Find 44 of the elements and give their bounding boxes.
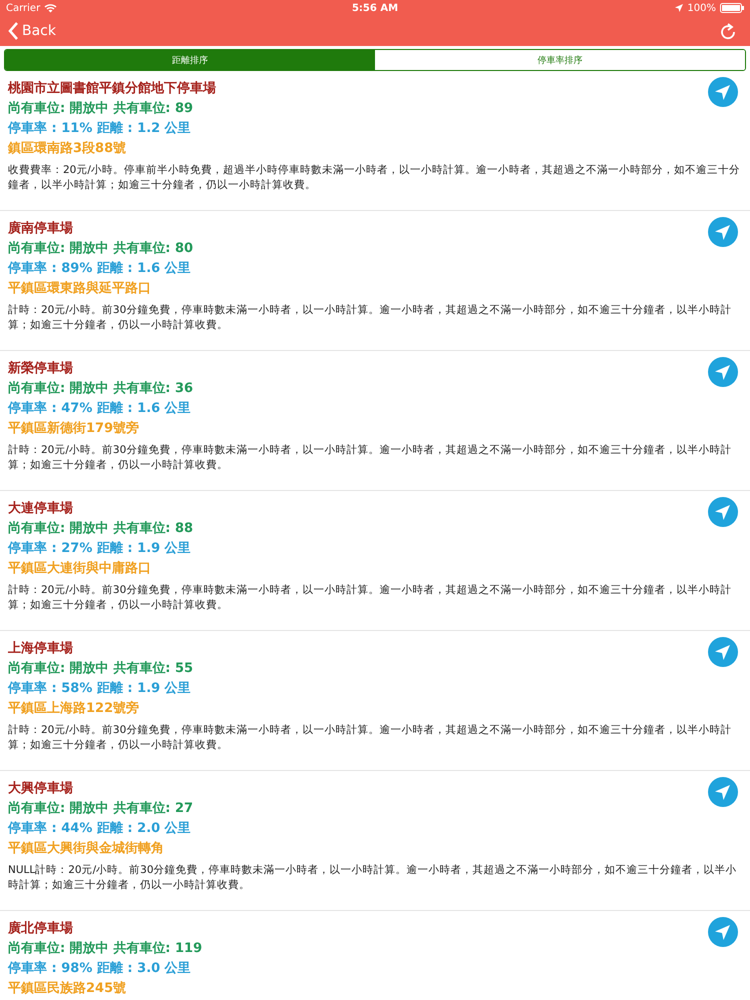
availability-text: 尚有車位: 開放中 共有車位: 89 — [8, 100, 194, 118]
location-arrow-icon — [675, 4, 684, 12]
fee-description: 計時：20元/小時。前30分鐘免費，停車時數未滿一小時者，以一小時計算。逾一小時者，其超過之不滿一小時部分，如不逾三十分鐘者，以半小時計算；如逾三十分鐘者，仍以一小時計算收費。 — [8, 443, 732, 473]
sort-tab[interactable]: 距離排序 — [5, 50, 375, 70]
rate-distance-text: 停車率 : 98% 距離 : 3.0 公里 — [8, 960, 191, 978]
rate-distance-text: 停車率 : 27% 距離 : 1.9 公里 — [8, 540, 191, 558]
availability-text: 尚有車位: 開放中 共有車位: 27 — [8, 800, 194, 818]
fee-description: 計時：20元/小時。前30分鐘免費，停車時數未滿一小時者，以一小時計算。逾一小時者，其超過之不滿一小時部分，如不逾三十分鐘者，以半小時計算；如逾三十分鐘者，仍以一小時計算收費。 — [8, 583, 732, 613]
clock-time: 5:56 AM — [352, 2, 398, 14]
address-text: 平鎮區新德街179號旁 — [8, 420, 140, 438]
lot-name: 大興停車場 — [8, 780, 73, 798]
availability-text: 尚有車位: 開放中 共有車位: 36 — [8, 380, 194, 398]
address-text: 平鎮區環東路與延平路口 — [8, 280, 151, 298]
lot-name: 上海停車場 — [8, 640, 73, 658]
fee-description: 計時：20元/小時。前30分鐘免費，停車時數未滿一小時者，以一小時計算。逾一小時者，其超過之不滿一小時部分，如不逾三十分鐘者，以半小時計算；如逾三十分鐘者，仍以一小時計算收費。 — [8, 723, 732, 753]
availability-text: 尚有車位: 開放中 共有車位: 119 — [8, 940, 202, 958]
battery-icon — [720, 3, 744, 13]
availability-text: 尚有車位: 開放中 共有車位: 55 — [8, 660, 194, 678]
lot-name: 桃園市立圖書館平鎮分館地下停車場 — [8, 80, 216, 98]
address-text: 平鎮區上海路122號旁 — [8, 700, 140, 718]
back-button[interactable]: Back — [8, 22, 56, 40]
rate-distance-text: 停車率 : 44% 距離 : 2.0 公里 — [8, 820, 191, 838]
lot-name: 廣北停車場 — [8, 920, 73, 938]
battery-percent: 100% — [687, 2, 716, 14]
chevron-left-icon — [8, 22, 19, 40]
address-text: 平鎮區大興街與金城街轉角 — [8, 840, 164, 858]
lot-name: 新榮停車場 — [8, 360, 73, 378]
refresh-icon[interactable] — [720, 22, 736, 40]
lot-name: 廣南停車場 — [8, 220, 73, 238]
rate-distance-text: 停車率 : 11% 距離 : 1.2 公里 — [8, 120, 191, 138]
address-text: 鎮區環南路3段88號 — [8, 140, 126, 158]
rate-distance-text: 停車率 : 58% 距離 : 1.9 公里 — [8, 680, 191, 698]
fee-description: 收費費率：20元/小時。停車前半小時免費，超過半小時停車時數未滿一小時者，以一小時計算。逾一小時者，其超過之不滿一小時部分，如不逾三十分鐘者，以半小時計算；如逾三十分鐘者，仍以一小時計算收費。 — [8, 163, 741, 193]
fee-description: 計時：20元/小時。前30分鐘免費，停車時數未滿一小時者，以一小時計算。逾一小時者，其超過之不滿一小時部分，如不逾三十分鐘者，以半小時計算；如逾三十分鐘者，仍以一小時計算收費。 — [8, 303, 732, 333]
rate-distance-text: 停車率 : 47% 距離 : 1.6 公里 — [8, 400, 191, 418]
carrier-label: Carrier — [6, 2, 40, 14]
availability-text: 尚有車位: 開放中 共有車位: 80 — [8, 240, 194, 258]
rate-distance-text: 停車率 : 89% 距離 : 1.6 公里 — [8, 260, 191, 278]
fee-description: NULL計時：20元/小時。前30分鐘免費，停車時數未滿一小時者，以一小時計算。逾一小時者，其超過之不滿一小時部分，如不逾三十分鐘者，以半小時計算；如逾三十分鐘者，仍以一小時計算收費。 — [8, 863, 738, 893]
address-text: 平鎮區民族路245號 — [8, 980, 126, 998]
wifi-icon — [44, 3, 58, 13]
availability-text: 尚有車位: 開放中 共有車位: 88 — [8, 520, 194, 538]
lot-name: 大連停車場 — [8, 500, 73, 518]
address-text: 平鎮區大連街與中庸路口 — [8, 560, 151, 578]
